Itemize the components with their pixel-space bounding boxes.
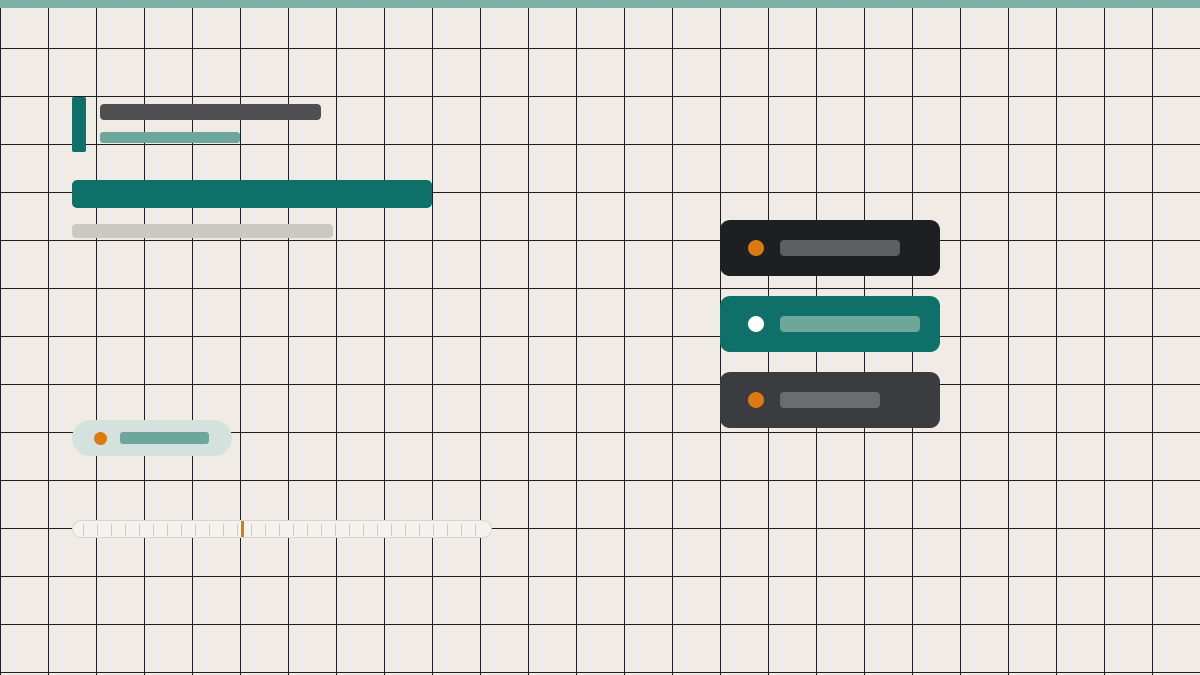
slider-tick (167, 524, 168, 536)
primary-action-bar[interactable] (72, 180, 432, 208)
orange-dot-icon (94, 432, 107, 445)
slider-tick (335, 524, 336, 536)
header-accent-bar (72, 97, 86, 152)
slider-tick (97, 524, 98, 536)
status-chip[interactable] (72, 420, 232, 456)
slider-tick (223, 524, 224, 536)
slider-tick (307, 524, 308, 536)
dot-icon (748, 392, 764, 408)
slider-tick (321, 524, 322, 536)
slider-tick (447, 524, 448, 536)
slider-tick (139, 524, 140, 536)
slider-tick (153, 524, 154, 536)
slider-tick (349, 524, 350, 536)
slider-tick (195, 524, 196, 536)
dot-icon (748, 316, 764, 332)
slider-tick (251, 524, 252, 536)
range-slider[interactable] (72, 520, 492, 538)
slider-tick (419, 524, 420, 536)
slider-tick (405, 524, 406, 536)
dot-icon (748, 240, 764, 256)
slider-tick (181, 524, 182, 536)
slider-tick (279, 524, 280, 536)
slider-tick (363, 524, 364, 536)
slider-tick (111, 524, 112, 536)
slider-tick (83, 524, 84, 536)
page-subtitle-placeholder (100, 132, 240, 143)
slider-tick (125, 524, 126, 536)
menu-item-label-placeholder (780, 316, 920, 332)
slider-tick (209, 524, 210, 536)
slider-thumb[interactable] (241, 521, 244, 537)
slider-tick (461, 524, 462, 536)
status-chip-label-placeholder (120, 432, 209, 444)
slider-tick (475, 524, 476, 536)
slider-tick (391, 524, 392, 536)
secondary-text-placeholder (72, 224, 333, 238)
menu-item-3[interactable] (720, 372, 940, 428)
menu-item-1[interactable] (720, 220, 940, 276)
slider-tick (433, 524, 434, 536)
top-band (0, 0, 1200, 8)
menu-item-label-placeholder (780, 392, 880, 408)
slider-tick (265, 524, 266, 536)
menu-item-label-placeholder (780, 240, 900, 256)
menu-item-2-selected[interactable] (720, 296, 940, 352)
slider-tick (293, 524, 294, 536)
slider-tick (237, 524, 238, 536)
page-title-placeholder (100, 104, 321, 120)
slider-tick (377, 524, 378, 536)
